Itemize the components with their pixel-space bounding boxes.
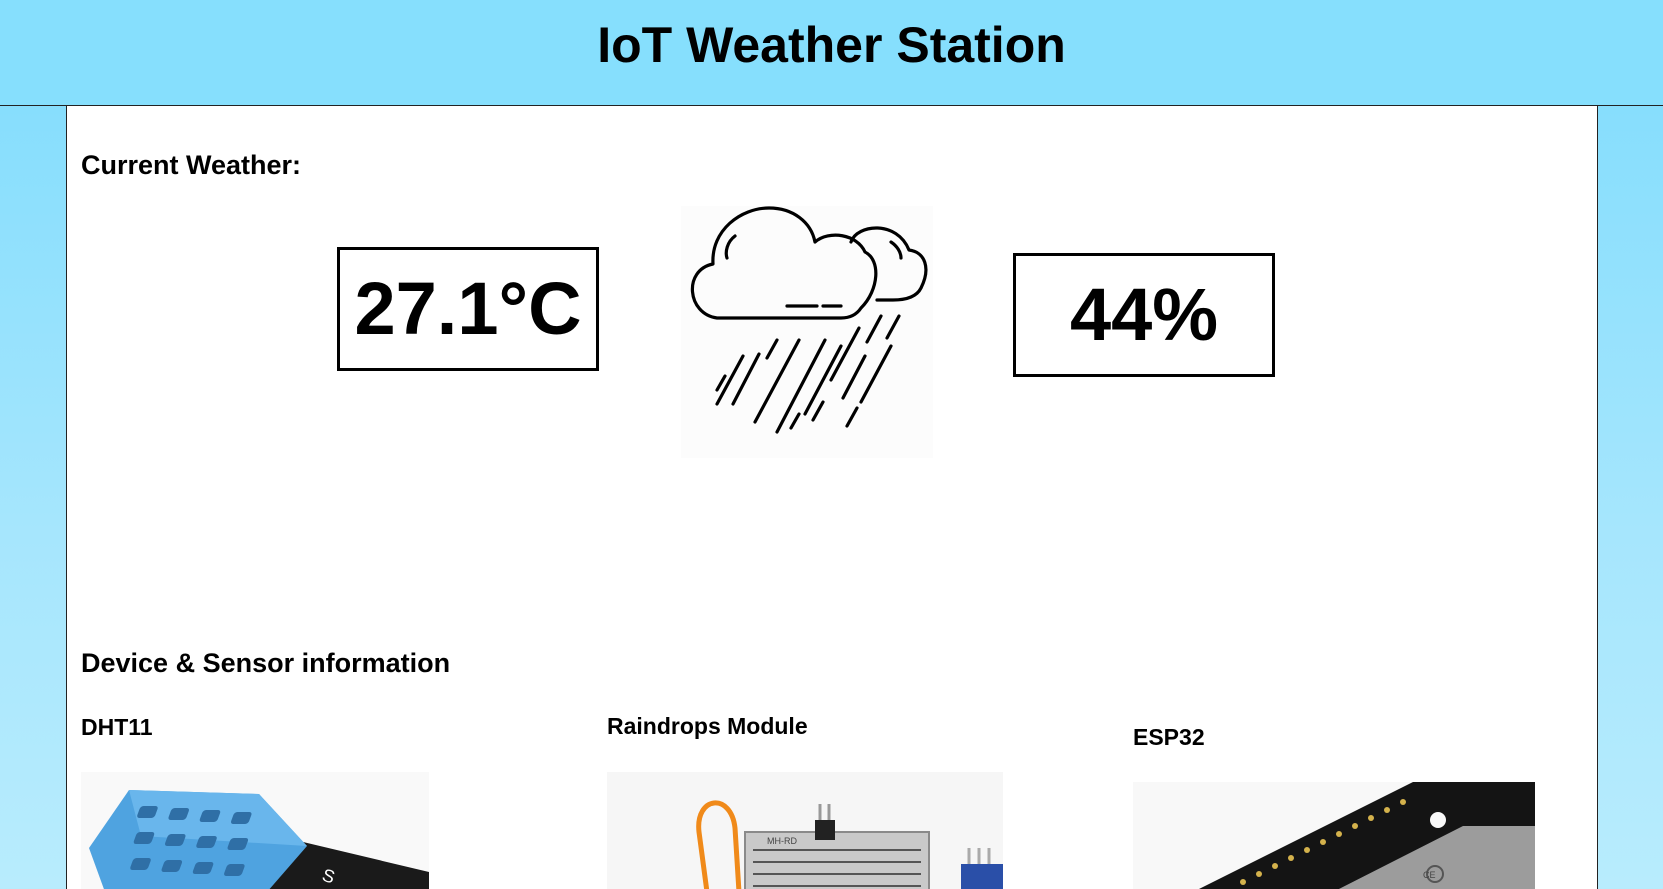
main-content: Current Weather: 27.1°C 44% Device & Sen… [66,106,1598,889]
device-label-esp32: ESP32 [1133,724,1205,750]
device-info-heading: Device & Sensor information [81,648,451,678]
page-header: IoT Weather Station [0,0,1663,106]
esp32-board-image: CE [1133,782,1535,889]
current-weather-heading: Current Weather: [81,150,302,180]
page-title: IoT Weather Station [597,17,1066,73]
dht11-sensor-image: S [81,772,429,889]
device-label-dht11: DHT11 [81,714,153,740]
temperature-display: 27.1°C [337,247,599,371]
svg-text:MH-RD: MH-RD [767,836,797,846]
device-label-raindrops-module: Raindrops Module [607,713,808,739]
humidity-display: 44% [1013,253,1275,377]
rain-cloud-icon [681,206,933,458]
raindrops-module-image: MH-RD [607,772,1003,889]
svg-text:CE: CE [1423,870,1436,880]
